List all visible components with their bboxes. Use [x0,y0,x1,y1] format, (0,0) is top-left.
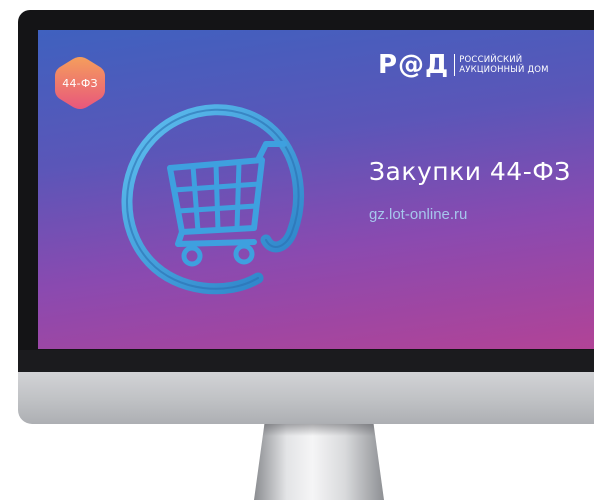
badge-label: 44-ФЗ [62,76,98,90]
monitor-chin [18,372,594,424]
logo-line-1: РОССИЙСКИЙ [459,55,523,65]
shopping-cart-icon [121,104,305,295]
logo-line-2: АУКЦИОННЫЙ ДОМ [459,65,549,75]
monitor-screen: 44-ФЗ Р@Д РОССИЙСКИЙ АУКЦИОННЫЙ ДОМ Заку… [38,30,594,349]
logo-separator [454,54,456,76]
rad-logo: Р@Д РОССИЙСКИЙ АУКЦИОННЫЙ ДОМ [378,52,549,78]
site-url[interactable]: gz.lot-online.ru [369,206,467,223]
headline: Закупки 44-ФЗ [369,157,571,186]
monitor-stand-shadow [263,424,375,436]
monitor: 44-ФЗ Р@Д РОССИЙСКИЙ АУКЦИОННЫЙ ДОМ Заку… [0,0,594,500]
logo-text: РОССИЙСКИЙ АУКЦИОННЫЙ ДОМ [459,55,549,75]
law-badge: 44-ФЗ [52,55,108,111]
logo-mark: Р@Д [378,50,450,80]
